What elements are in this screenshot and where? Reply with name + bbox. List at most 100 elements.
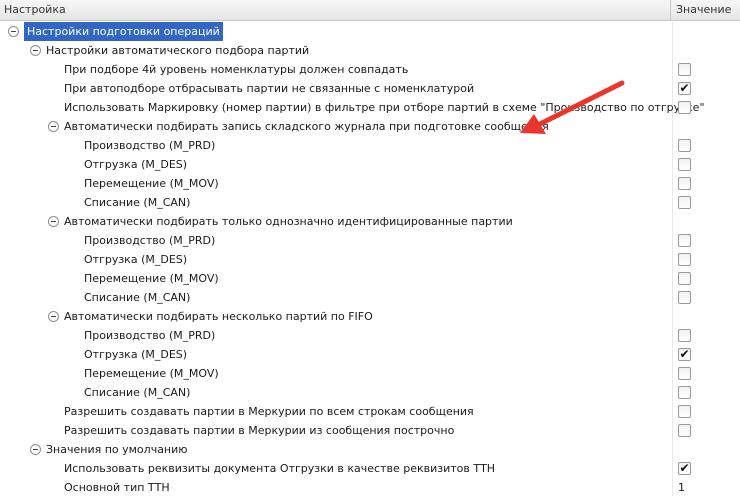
setting-label: Настройки подготовки операций <box>24 22 223 41</box>
column-divider <box>672 269 673 288</box>
column-header-value[interactable]: Значение <box>672 0 740 20</box>
column-divider <box>672 41 673 60</box>
setting-checkbox[interactable] <box>678 291 691 304</box>
tree-row[interactable]: При автоподборе отбрасывать партии не св… <box>0 79 740 98</box>
setting-label: Автоматически подбирать только однозначн… <box>64 215 513 228</box>
setting-checkbox[interactable] <box>678 177 691 190</box>
setting-checkbox[interactable] <box>678 139 691 152</box>
setting-label: Разрешить создавать партии в Меркурии из… <box>64 424 455 437</box>
collapse-icon[interactable] <box>48 121 59 132</box>
setting-label: Перемещение (M_MOV) <box>84 367 219 380</box>
column-divider <box>672 250 673 269</box>
setting-checkbox[interactable] <box>678 101 691 114</box>
setting-label: Автоматически подбирать запись складског… <box>64 120 549 133</box>
collapse-icon[interactable] <box>48 216 59 227</box>
tree-row[interactable]: Производство (M_PRD) <box>0 136 740 155</box>
tree-row[interactable]: Списание (M_CAN) <box>0 193 740 212</box>
column-divider <box>672 326 673 345</box>
column-divider <box>672 364 673 383</box>
setting-checkbox[interactable] <box>678 367 691 380</box>
column-header-setting[interactable]: Настройка <box>0 0 671 20</box>
tree-group-row[interactable]: Автоматически подбирать запись складског… <box>0 117 740 136</box>
checkmark-icon: ✔ <box>679 461 690 475</box>
setting-label: Списание (M_CAN) <box>84 291 191 304</box>
setting-checkbox[interactable] <box>678 158 691 171</box>
checkmark-icon: ✔ <box>679 81 690 95</box>
column-divider <box>672 231 673 250</box>
collapse-icon[interactable] <box>30 45 41 56</box>
tree-row[interactable]: Списание (M_CAN) <box>0 288 740 307</box>
setting-checkbox[interactable] <box>678 424 691 437</box>
tree-group-row[interactable]: Автоматически подбирать только однозначн… <box>0 212 740 231</box>
tree-row[interactable]: Отгрузка (M_DES) <box>0 155 740 174</box>
column-divider <box>672 345 673 364</box>
tree-row[interactable]: Отгрузка (M_DES) ✔ <box>0 345 740 364</box>
column-divider <box>672 117 673 136</box>
setting-checkbox[interactable]: ✔ <box>678 347 691 361</box>
column-divider <box>672 440 673 459</box>
column-divider <box>672 383 673 402</box>
column-divider <box>672 478 673 496</box>
setting-value[interactable]: 1 <box>678 478 685 496</box>
setting-label: Производство (M_PRD) <box>84 329 216 342</box>
setting-label: Отгрузка (M_DES) <box>84 253 188 266</box>
setting-label: Перемещение (M_MOV) <box>84 177 219 190</box>
column-divider <box>672 402 673 421</box>
setting-checkbox[interactable] <box>678 63 691 76</box>
setting-checkbox[interactable]: ✔ <box>678 81 691 95</box>
setting-label: Использовать Маркировку (номер партии) в… <box>64 101 705 114</box>
collapse-icon[interactable] <box>30 444 41 455</box>
setting-checkbox[interactable] <box>678 234 691 247</box>
tree-row[interactable]: Производство (M_PRD) <box>0 326 740 345</box>
tree-row[interactable]: Использовать реквизиты документа Отгрузк… <box>0 459 740 478</box>
tree-group-row[interactable]: Настройки подготовки операций <box>0 22 740 41</box>
tree-row[interactable]: Списание (M_CAN) <box>0 383 740 402</box>
tree-group-row[interactable]: Автоматически подбирать несколько партий… <box>0 307 740 326</box>
setting-checkbox[interactable] <box>678 329 691 342</box>
column-divider <box>672 79 673 98</box>
tree-row[interactable]: Производство (M_PRD) <box>0 231 740 250</box>
tree-row[interactable]: Перемещение (M_MOV) <box>0 364 740 383</box>
setting-label: Перемещение (M_MOV) <box>84 272 219 285</box>
column-divider <box>672 288 673 307</box>
setting-label: Отгрузка (M_DES) <box>84 158 188 171</box>
tree-group-row[interactable]: Настройки автоматического подбора партий <box>0 41 740 60</box>
setting-label: Списание (M_CAN) <box>84 386 191 399</box>
setting-label: Разрешить создавать партии в Меркурии по… <box>64 405 474 418</box>
setting-label: Настройки автоматического подбора партий <box>46 44 310 57</box>
setting-checkbox[interactable]: ✔ <box>678 461 691 475</box>
setting-label: Списание (M_CAN) <box>84 196 191 209</box>
column-divider <box>672 459 673 478</box>
setting-label: Значения по умолчанию <box>46 443 188 456</box>
column-divider <box>672 60 673 79</box>
tree-row[interactable]: Основной тип ТТН 1 <box>0 478 740 496</box>
setting-checkbox[interactable] <box>678 196 691 209</box>
column-header: Настройка Значение <box>0 0 740 21</box>
setting-label: При подборе 4й уровень номенклатуры долж… <box>64 63 409 76</box>
collapse-icon[interactable] <box>8 26 19 37</box>
column-divider <box>672 136 673 155</box>
tree-row[interactable]: При подборе 4й уровень номенклатуры долж… <box>0 60 740 79</box>
setting-checkbox[interactable] <box>678 253 691 266</box>
setting-label: При автоподборе отбрасывать партии не св… <box>64 82 475 95</box>
setting-label: Основной тип ТТН <box>64 481 170 494</box>
setting-checkbox[interactable] <box>678 272 691 285</box>
tree-group-row[interactable]: Значения по умолчанию <box>0 440 740 459</box>
setting-checkbox[interactable] <box>678 405 691 418</box>
column-divider <box>672 212 673 231</box>
column-divider <box>672 155 673 174</box>
checkmark-icon: ✔ <box>679 347 690 361</box>
column-divider <box>672 307 673 326</box>
column-divider <box>672 174 673 193</box>
setting-label: Производство (M_PRD) <box>84 234 216 247</box>
tree-row[interactable]: Перемещение (M_MOV) <box>0 174 740 193</box>
settings-tree: Настройки подготовки операций Настройки а… <box>0 22 740 496</box>
tree-row[interactable]: Отгрузка (M_DES) <box>0 250 740 269</box>
setting-checkbox[interactable] <box>678 386 691 399</box>
tree-row[interactable]: Разрешить создавать партии в Меркурии из… <box>0 421 740 440</box>
collapse-icon[interactable] <box>48 311 59 322</box>
setting-label: Отгрузка (M_DES) <box>84 348 188 361</box>
tree-row[interactable]: Использовать Маркировку (номер партии) в… <box>0 98 740 117</box>
tree-row[interactable]: Разрешить создавать партии в Меркурии по… <box>0 402 740 421</box>
tree-row[interactable]: Перемещение (M_MOV) <box>0 269 740 288</box>
